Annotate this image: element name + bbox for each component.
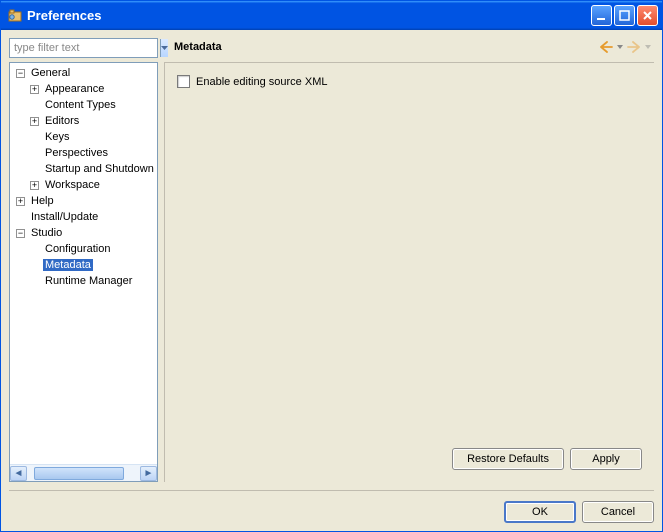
tree-item[interactable]: Install/Update [10,209,157,225]
tree-item-label: Help [29,195,56,207]
expand-icon[interactable]: + [16,197,25,206]
tree-item-label: Appearance [43,83,106,95]
dialog-button-bar: OK Cancel [9,490,654,523]
expander-placeholder [30,245,39,254]
tree-item-label: Perspectives [43,147,110,159]
dialog-content: −General+AppearanceContent Types+Editors… [1,30,662,531]
page-body: Enable editing source XML Restore Defaul… [164,62,654,482]
expander-placeholder [30,165,39,174]
tree-item-label: Startup and Shutdown [43,163,156,175]
expander-placeholder [30,101,39,110]
enable-editing-row: Enable editing source XML [177,75,642,88]
ok-button[interactable]: OK [504,501,576,523]
forward-menu-button[interactable] [644,39,652,55]
expand-icon[interactable]: + [30,85,39,94]
window-title: Preferences [27,8,591,23]
filter-input[interactable] [10,39,160,57]
tree-item[interactable]: Startup and Shutdown [10,161,157,177]
tree-item[interactable]: Metadata [10,257,157,273]
back-button[interactable] [598,39,614,55]
expand-icon[interactable]: + [30,181,39,190]
horizontal-scrollbar[interactable]: ◄ ► [10,464,157,481]
app-icon [7,8,23,24]
tree-item[interactable]: −General [10,65,157,81]
apply-button[interactable]: Apply [570,448,642,470]
enable-editing-checkbox[interactable] [177,75,190,88]
tree-item[interactable]: −Studio [10,225,157,241]
window-controls [591,5,658,26]
tree-item-label: Runtime Manager [43,275,134,287]
tree-item-label: Workspace [43,179,102,191]
tree-item[interactable]: Content Types [10,97,157,113]
tree-item-label: Configuration [43,243,112,255]
expander-placeholder [16,213,25,222]
filter-combo[interactable] [9,38,158,58]
preferences-window: Preferences −Genera [0,0,663,532]
page-title: Metadata [174,41,596,53]
tree-item[interactable]: + Help [10,193,157,209]
scroll-thumb[interactable] [34,467,124,480]
tree-item-label: Install/Update [29,211,100,223]
expand-icon[interactable]: + [30,117,39,126]
tree-item[interactable]: Keys [10,129,157,145]
tree-item[interactable]: + Editors [10,113,157,129]
forward-button[interactable] [626,39,642,55]
expander-placeholder [30,277,39,286]
right-pane: Metadata [164,38,654,482]
tree-item-label: Keys [43,131,71,143]
titlebar[interactable]: Preferences [1,1,662,30]
tree-container: −General+AppearanceContent Types+Editors… [9,62,158,482]
expander-placeholder [30,149,39,158]
back-menu-button[interactable] [616,39,624,55]
tree-item[interactable]: Configuration [10,241,157,257]
tree-item-label: Content Types [43,99,118,111]
preference-tree[interactable]: −General+AppearanceContent Types+Editors… [10,63,157,464]
tree-item-label: Studio [29,227,64,239]
page-header: Metadata [164,38,654,62]
expander-placeholder [30,261,39,270]
collapse-icon[interactable]: − [16,229,25,238]
enable-editing-label: Enable editing source XML [196,76,327,88]
minimize-button[interactable] [591,5,612,26]
close-button[interactable] [637,5,658,26]
page-actions: Restore Defaults Apply [177,442,642,470]
restore-defaults-button[interactable]: Restore Defaults [452,448,564,470]
tree-item-label: Metadata [43,259,93,271]
scroll-left-button[interactable]: ◄ [10,466,27,481]
cancel-button[interactable]: Cancel [582,501,654,523]
tree-item[interactable]: Runtime Manager [10,273,157,289]
tree-item[interactable]: + Workspace [10,177,157,193]
scroll-right-button[interactable]: ► [140,466,157,481]
tree-item[interactable]: Perspectives [10,145,157,161]
tree-item-label: Editors [43,115,81,127]
collapse-icon[interactable]: − [16,69,25,78]
scroll-track[interactable] [27,466,140,481]
expander-placeholder [30,133,39,142]
maximize-button[interactable] [614,5,635,26]
tree-item[interactable]: + Appearance [10,81,157,97]
tree-item-label: General [29,67,72,79]
left-pane: −General+AppearanceContent Types+Editors… [9,38,164,482]
